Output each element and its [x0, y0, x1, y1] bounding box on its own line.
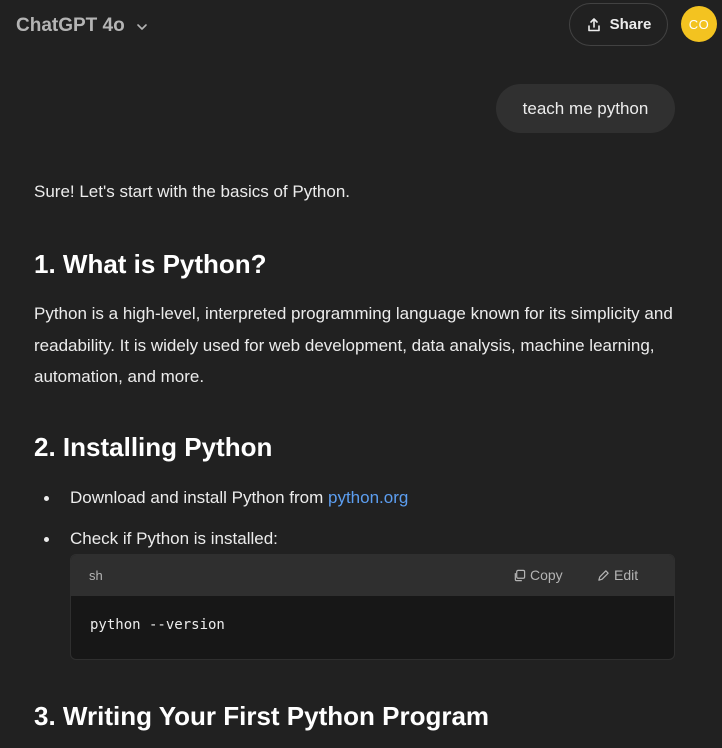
model-name: ChatGPT 4o	[16, 15, 125, 36]
share-label: Share	[609, 16, 652, 33]
user-message: teach me python	[496, 84, 675, 133]
code-content: python --version	[90, 617, 225, 633]
list-item-text: Check if Python is installed:	[70, 529, 278, 548]
user-message-text: teach me python	[522, 98, 649, 118]
code-block: sh Copy Edit python --version	[70, 554, 675, 660]
model-switcher[interactable]: ChatGPT 4o	[16, 12, 149, 40]
bullet-dot	[44, 496, 49, 501]
code-block-header: sh Copy Edit	[71, 555, 674, 596]
share-icon	[587, 17, 600, 31]
section-paragraph: Python is a high-level, interpreted prog…	[34, 304, 673, 386]
avatar-initials: CO	[688, 16, 710, 32]
python-org-link[interactable]: python.org	[328, 488, 408, 507]
copy-label: Copy	[530, 567, 563, 583]
section-heading-what-is-python: 1. What is Python?	[34, 249, 267, 279]
bullet-dot	[44, 537, 49, 542]
section-heading-installing: 2. Installing Python	[34, 432, 273, 462]
section-heading-first-program: 3. Writing Your First Python Program	[34, 701, 490, 731]
edit-code-button[interactable]: Edit	[597, 567, 638, 583]
avatar[interactable]: CO	[681, 6, 717, 42]
copy-code-button[interactable]: Copy	[513, 567, 563, 583]
top-bar: ChatGPT 4o Share CO	[0, 0, 722, 52]
chevron-down-icon	[136, 24, 147, 30]
share-button[interactable]: Share	[569, 3, 668, 46]
edit-label: Edit	[614, 567, 639, 583]
code-language: sh	[89, 568, 103, 583]
pencil-icon	[598, 569, 609, 581]
copy-icon	[514, 569, 526, 581]
assistant-intro: Sure! Let's start with the basics of Pyt…	[34, 182, 351, 201]
list-item-text: Download and install Python from	[70, 488, 328, 507]
